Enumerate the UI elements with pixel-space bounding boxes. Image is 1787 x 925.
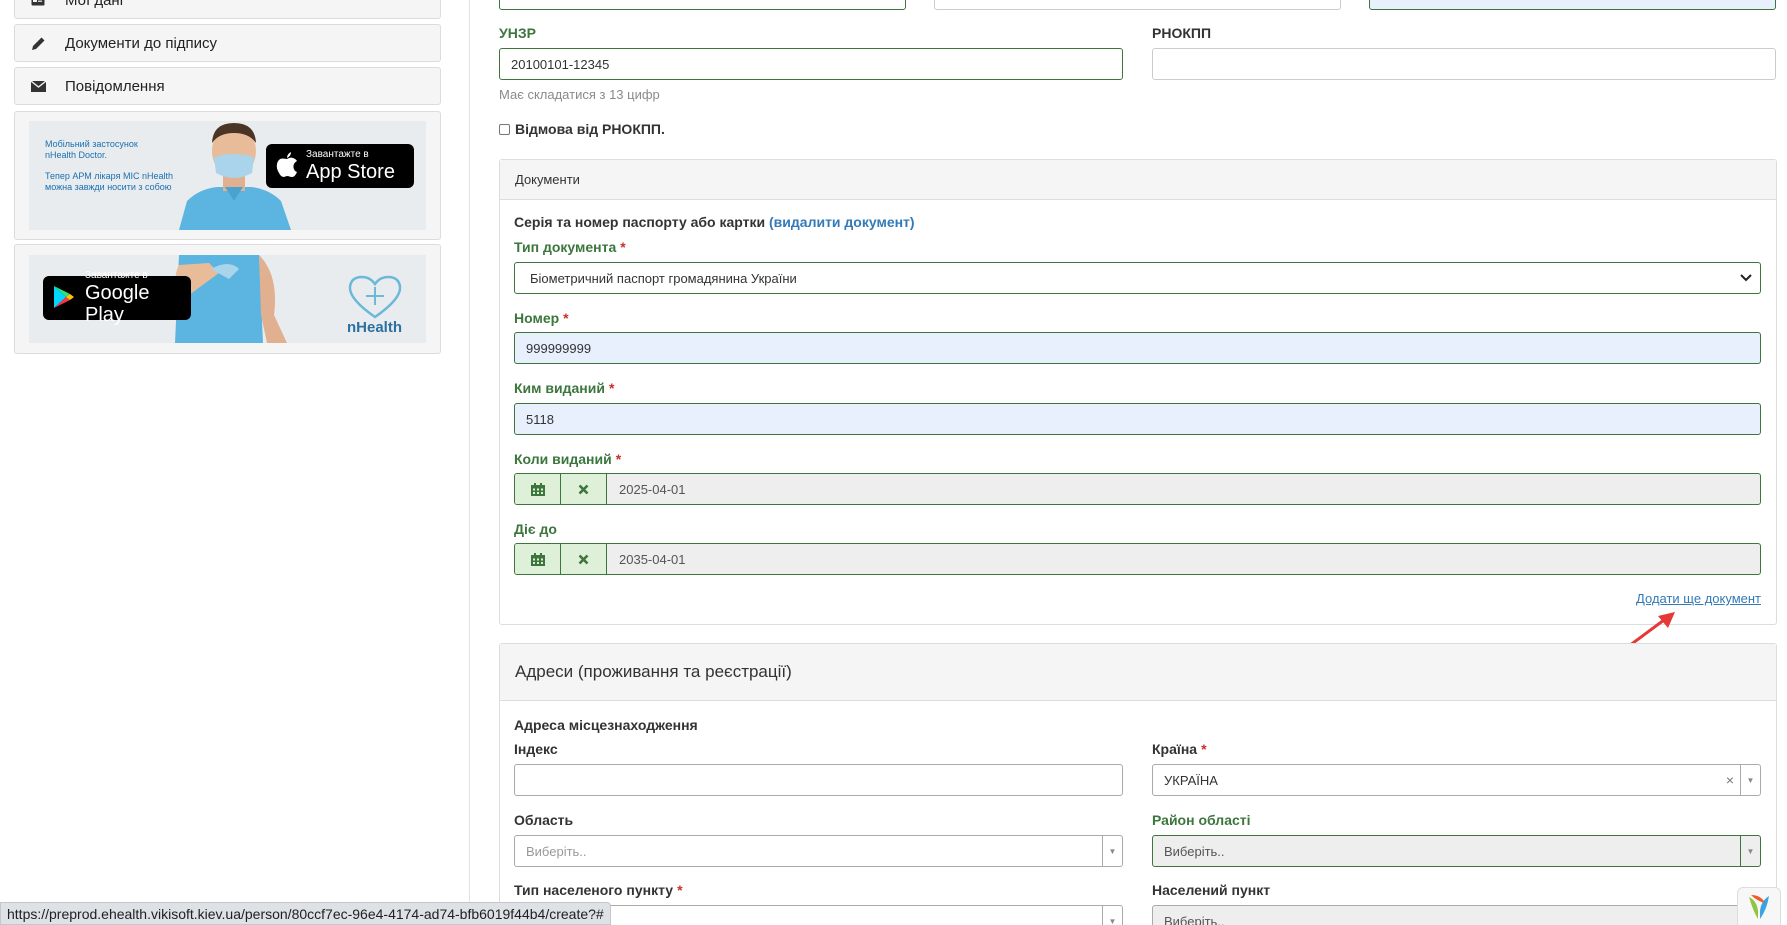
- settlement-select[interactable]: Виберіть..: [1152, 905, 1761, 925]
- heart-plus-icon: [348, 275, 402, 319]
- top-cutoff-field-1[interactable]: [499, 0, 906, 10]
- close-icon[interactable]: ×: [1726, 772, 1734, 788]
- sidebar-divider: [469, 0, 470, 925]
- issued-by-label: Ким виданий *: [514, 380, 615, 396]
- rnokpp-input[interactable]: [1152, 48, 1776, 80]
- index-label: Індекс: [514, 741, 558, 757]
- unzr-input[interactable]: 20100101-12345: [499, 48, 1123, 80]
- document-heading-text: Серія та номер паспорту або картки: [514, 214, 766, 230]
- store-big-text: App Store: [306, 161, 395, 183]
- issued-date-input[interactable]: 2025-04-01: [514, 473, 1761, 505]
- valid-until-value: 2035-04-01: [619, 551, 686, 567]
- clear-icon[interactable]: [561, 474, 607, 504]
- address-panel-title: Адреси (проживання та реєстрації): [515, 662, 792, 681]
- unzr-label: УНЗР: [499, 25, 536, 41]
- nhealth-logo: nHealth: [347, 275, 407, 339]
- settlement-label: Населений пункт: [1152, 882, 1271, 898]
- settlement-type-label: Тип населеного пункту *: [514, 882, 683, 898]
- clear-icon[interactable]: [561, 544, 607, 574]
- banner-text-app: Мобільний застосунок nHealth Doctor.: [45, 139, 138, 160]
- country-select[interactable]: УКРАЇНА × ▼: [1152, 764, 1761, 796]
- google-play-button[interactable]: Завантажте в Google Play: [43, 270, 191, 326]
- id-card-icon: [27, 0, 49, 6]
- district-select[interactable]: Виберіть.. ▼: [1152, 835, 1761, 867]
- store-big-text: Google Play: [85, 282, 150, 326]
- sidebar-item-documents-to-sign[interactable]: Документи до підпису: [14, 24, 441, 62]
- district-label: Район області: [1152, 812, 1251, 828]
- caret-down-icon: ▼: [1102, 836, 1122, 866]
- sidebar-item-my-data[interactable]: Мої дані: [14, 0, 441, 19]
- sidebar-item-label: Повідомлення: [65, 77, 165, 95]
- number-value: 999999999: [526, 340, 592, 356]
- region-select[interactable]: Виберіть.. ▼: [514, 835, 1123, 867]
- calendar-icon[interactable]: [515, 474, 561, 504]
- unzr-hint: Має складатися з 13 цифр: [499, 87, 660, 102]
- browser-status-bar: https://preprod.ehealth.vikisoft.kiev.ua…: [0, 902, 611, 925]
- apple-icon: [276, 151, 298, 181]
- app-store-button[interactable]: Завантажте в App Store: [266, 144, 414, 188]
- number-input[interactable]: 999999999: [514, 332, 1761, 364]
- documents-panel-title: Документи: [515, 172, 580, 187]
- document-heading: Серія та номер паспорту або картки (вида…: [514, 214, 915, 230]
- valid-until-label: Діє до: [514, 521, 557, 537]
- issued-by-value: 5118: [526, 411, 554, 427]
- calendar-icon[interactable]: [515, 544, 561, 574]
- yii-logo-icon: [1749, 894, 1769, 919]
- caret-down-icon: ▼: [1740, 836, 1760, 866]
- google-play-banner[interactable]: Завантажте в Google Play nHealth: [14, 244, 441, 354]
- unzr-value: 20100101-12345: [511, 56, 610, 72]
- sidebar-item-label: Мої дані: [65, 0, 124, 9]
- district-placeholder: Виберіть..: [1164, 843, 1225, 859]
- store-small-text: Завантажте в: [85, 270, 148, 281]
- top-cutoff-field-2[interactable]: [934, 0, 1341, 10]
- envelope-icon: [27, 80, 49, 92]
- debug-toolbar-toggle[interactable]: [1737, 887, 1781, 925]
- app-store-banner-image: Мобільний застосунок nHealth Doctor. Теп…: [29, 121, 426, 230]
- nhealth-logo-text: nHealth: [347, 319, 403, 336]
- doc-type-label: Тип документа *: [514, 239, 626, 255]
- doc-type-value: Біометричний паспорт громадянина України: [530, 270, 797, 286]
- sidebar-item-messages[interactable]: Повідомлення: [14, 67, 441, 105]
- app-store-banner[interactable]: Мобільний застосунок nHealth Doctor. Теп…: [14, 111, 441, 240]
- sidebar-item-label: Документи до підпису: [65, 34, 218, 52]
- valid-until-input[interactable]: 2035-04-01: [514, 543, 1761, 575]
- chevron-down-icon: [1740, 271, 1752, 285]
- settlement-placeholder: Виберіть..: [1164, 913, 1225, 925]
- refuse-rnokpp-label: Відмова від РНОКПП.: [515, 121, 665, 137]
- documents-panel-header: Документи: [500, 160, 1776, 200]
- issued-by-input[interactable]: 5118: [514, 403, 1761, 435]
- store-small-text: Завантажте в: [306, 149, 369, 160]
- refuse-rnokpp-checkbox[interactable]: [499, 123, 510, 135]
- caret-down-icon: ▼: [1740, 765, 1760, 795]
- pencil-icon: [27, 36, 49, 51]
- google-play-banner-image: Завантажте в Google Play nHealth: [29, 255, 426, 343]
- issued-date-value: 2025-04-01: [619, 481, 686, 497]
- number-label: Номер *: [514, 310, 569, 326]
- banner-text-doctor: Тепер АРМ лікаря МІС nHealth можна завжд…: [45, 171, 173, 192]
- region-placeholder: Виберіть..: [526, 843, 587, 859]
- caret-down-icon: ▼: [1102, 906, 1122, 925]
- doc-type-select[interactable]: Біометричний паспорт громадянина України: [514, 262, 1761, 294]
- status-url: https://preprod.ehealth.vikisoft.kiev.ua…: [7, 905, 604, 922]
- rnokpp-label: РНОКПП: [1152, 25, 1212, 41]
- top-cutoff-field-3[interactable]: [1369, 0, 1776, 10]
- country-label: Країна *: [1152, 741, 1207, 757]
- issued-date-label: Коли виданий *: [514, 451, 622, 467]
- address-panel-header: Адреси (проживання та реєстрації): [500, 644, 1776, 701]
- index-input[interactable]: [514, 764, 1123, 796]
- refuse-rnokpp-row: Відмова від РНОКПП.: [499, 121, 665, 137]
- delete-document-link[interactable]: (видалити документ): [769, 214, 915, 230]
- country-value: УКРАЇНА: [1164, 772, 1218, 788]
- google-play-icon: [53, 285, 75, 312]
- location-heading: Адреса місцезнаходження: [514, 717, 698, 733]
- region-label: Область: [514, 812, 574, 828]
